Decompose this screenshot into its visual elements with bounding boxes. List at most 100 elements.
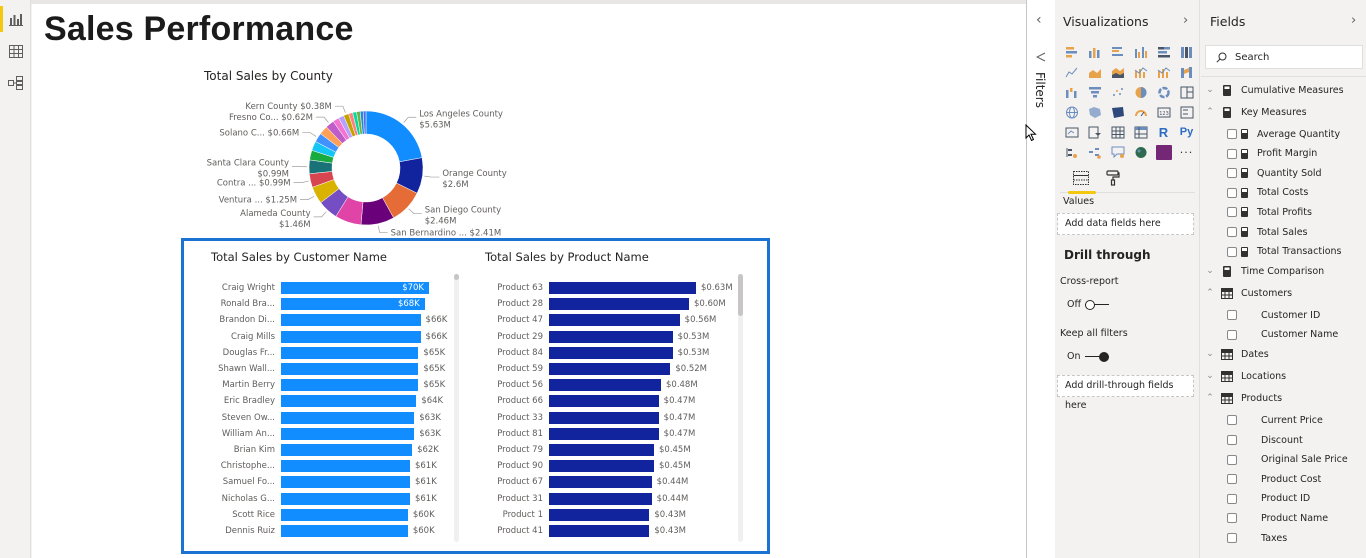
bar-row[interactable]: Craig Mills $66K bbox=[211, 330, 471, 344]
bar-row[interactable]: Martin Berry $65K bbox=[211, 378, 471, 392]
card-icon[interactable]: 123 bbox=[1152, 102, 1175, 122]
bar[interactable] bbox=[549, 492, 652, 505]
treemap-icon[interactable] bbox=[1175, 82, 1198, 102]
field-total-transactions[interactable]: Total Transactions bbox=[1227, 243, 1342, 261]
field-checkbox[interactable] bbox=[1227, 227, 1237, 237]
field-table-locations[interactable]: ⌄ Locations bbox=[1203, 367, 1286, 385]
field-customer-name[interactable]: Customer Name bbox=[1227, 326, 1338, 344]
field-checkbox[interactable] bbox=[1227, 310, 1237, 321]
shape-map-icon[interactable] bbox=[1106, 102, 1129, 122]
product-sales-bar-chart[interactable]: Total Sales by Product Name Product 63 $0… bbox=[485, 250, 745, 550]
power-apps-icon[interactable] bbox=[1152, 142, 1175, 162]
bar-row[interactable]: Brian Kim $62K bbox=[211, 443, 471, 457]
bar-row[interactable]: Product 47 $0.56M bbox=[485, 313, 745, 327]
values-dropzone[interactable]: Add data fields here bbox=[1057, 213, 1194, 235]
bar-row[interactable]: Product 63 $0.63M bbox=[485, 281, 745, 295]
keep-all-filters-toggle[interactable]: On bbox=[1067, 351, 1109, 362]
100-stacked-bar-chart-icon[interactable] bbox=[1152, 42, 1175, 62]
field-table-time-comparison[interactable]: ⌄ Time Comparison bbox=[1203, 262, 1324, 280]
chevron-left-icon[interactable]: ‹ bbox=[1036, 12, 1042, 28]
multi-row-card-icon[interactable] bbox=[1175, 102, 1198, 122]
customer-chart-scrollbar[interactable] bbox=[454, 274, 459, 542]
field-taxes[interactable]: Taxes bbox=[1227, 529, 1287, 547]
stacked-area-chart-icon[interactable] bbox=[1106, 62, 1129, 82]
field-table-key-measures[interactable]: ⌃ Key Measures bbox=[1203, 103, 1307, 121]
field-table-cumulative-measures[interactable]: ⌄ Cumulative Measures bbox=[1203, 81, 1344, 99]
bar[interactable] bbox=[549, 298, 689, 311]
field-table-products[interactable]: ⌃ Products bbox=[1203, 389, 1282, 407]
bar-row[interactable]: Dennis Ruiz $60K bbox=[211, 524, 471, 538]
bar[interactable] bbox=[281, 492, 410, 505]
bar[interactable] bbox=[549, 346, 673, 359]
field-discount[interactable]: Discount bbox=[1227, 431, 1303, 449]
data-view-button[interactable] bbox=[0, 36, 31, 66]
python-visual-icon[interactable]: Py bbox=[1175, 122, 1198, 142]
area-chart-icon[interactable] bbox=[1083, 62, 1106, 82]
chevron-down-icon[interactable]: ⌄ bbox=[1203, 371, 1217, 381]
drill-through-dropzone[interactable]: Add drill-through fields here bbox=[1057, 375, 1194, 411]
clustered-column-chart-icon[interactable] bbox=[1129, 42, 1152, 62]
field-checkbox[interactable] bbox=[1227, 129, 1237, 139]
bar[interactable] bbox=[281, 379, 419, 392]
bar-row[interactable]: Douglas Fr... $65K bbox=[211, 346, 471, 360]
bar-row[interactable]: Brandon Di... $66K bbox=[211, 313, 471, 327]
field-checkbox[interactable] bbox=[1227, 168, 1237, 179]
format-tab[interactable] bbox=[1098, 165, 1128, 191]
arcgis-map-icon[interactable] bbox=[1129, 142, 1152, 162]
bar-row[interactable]: Christophe... $61K bbox=[211, 459, 471, 473]
bar-row[interactable]: Product 59 $0.52M bbox=[485, 362, 745, 376]
bar-row[interactable]: Product 1 $0.43M bbox=[485, 508, 745, 522]
bar-row[interactable]: Scott Rice $60K bbox=[211, 508, 471, 522]
field-profit-margin[interactable]: Profit Margin bbox=[1227, 145, 1317, 163]
donut-chart-icon[interactable] bbox=[1152, 82, 1175, 102]
bar[interactable] bbox=[549, 411, 659, 424]
fields-tab[interactable] bbox=[1066, 165, 1096, 194]
bar-row[interactable]: Product 31 $0.44M bbox=[485, 492, 745, 506]
chevron-right-icon[interactable]: › bbox=[1351, 13, 1356, 28]
bar-row[interactable]: Craig Wright $70K bbox=[211, 281, 471, 295]
chevron-up-icon[interactable]: ⌃ bbox=[1203, 107, 1217, 117]
map-icon[interactable] bbox=[1060, 102, 1083, 122]
field-checkbox[interactable] bbox=[1227, 493, 1237, 504]
cross-report-toggle[interactable]: Off bbox=[1067, 299, 1110, 310]
customer-chart-scroll-thumb[interactable] bbox=[454, 274, 459, 280]
chevron-right-icon[interactable]: › bbox=[1183, 13, 1188, 28]
waterfall-chart-icon[interactable] bbox=[1060, 82, 1083, 102]
field-total-profits[interactable]: Total Profits bbox=[1227, 203, 1312, 221]
field-checkbox[interactable] bbox=[1227, 435, 1237, 445]
product-chart-scrollbar[interactable] bbox=[738, 274, 743, 542]
bar-row[interactable]: Shawn Wall... $65K bbox=[211, 362, 471, 376]
bar-row[interactable]: Product 66 $0.47M bbox=[485, 394, 745, 408]
table-icon[interactable] bbox=[1106, 122, 1129, 142]
ribbon-chart-icon[interactable] bbox=[1175, 62, 1198, 82]
bar[interactable] bbox=[549, 395, 659, 408]
bar[interactable] bbox=[281, 395, 417, 408]
bar[interactable] bbox=[281, 444, 413, 456]
bar-row[interactable]: William An... $63K bbox=[211, 427, 471, 441]
line-chart-icon[interactable] bbox=[1060, 62, 1083, 82]
toggle-off-switch[interactable] bbox=[1085, 299, 1110, 310]
field-checkbox[interactable] bbox=[1227, 513, 1237, 524]
report-view-button[interactable] bbox=[0, 4, 31, 34]
bar[interactable] bbox=[281, 525, 408, 537]
bar[interactable] bbox=[281, 508, 408, 521]
fields-search-input[interactable]: Search bbox=[1205, 45, 1363, 69]
scatter-chart-icon[interactable] bbox=[1106, 82, 1129, 102]
field-checkbox[interactable] bbox=[1227, 415, 1237, 426]
more-visuals-icon[interactable]: ··· bbox=[1175, 142, 1198, 162]
field-product-cost[interactable]: Product Cost bbox=[1227, 470, 1321, 488]
bar[interactable] bbox=[281, 427, 415, 440]
bar[interactable] bbox=[549, 525, 650, 537]
bar-row[interactable]: Eric Bradley $64K bbox=[211, 394, 471, 408]
bar[interactable] bbox=[549, 508, 650, 521]
customer-sales-bar-chart[interactable]: Total Sales by Customer Name Craig Wrigh… bbox=[211, 250, 471, 550]
bar[interactable] bbox=[549, 379, 661, 392]
field-average-quantity[interactable]: Average Quantity bbox=[1227, 125, 1340, 143]
filters-label[interactable]: Filters bbox=[1033, 72, 1047, 108]
bar-row[interactable]: Product 90 $0.45M bbox=[485, 459, 745, 473]
field-quantity-sold[interactable]: Quantity Sold bbox=[1227, 164, 1322, 182]
clustered-bar-chart-icon[interactable] bbox=[1106, 42, 1129, 62]
line-and-clustered-column-chart-icon[interactable] bbox=[1152, 62, 1175, 82]
bar-row[interactable]: Product 29 $0.53M bbox=[485, 330, 745, 344]
field-checkbox[interactable] bbox=[1227, 187, 1237, 198]
